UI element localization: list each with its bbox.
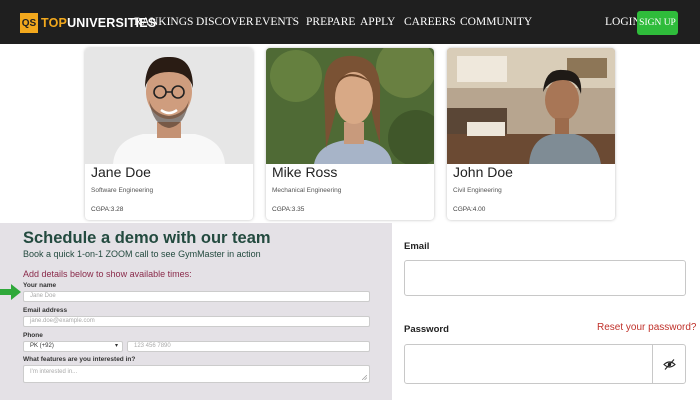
country-code-select[interactable]: PK (+92) ▾ [23, 341, 123, 352]
demo-subtitle: Book a quick 1-on-1 ZOOM call to see Gym… [23, 249, 261, 259]
demo-hint: Add details below to show available time… [23, 269, 192, 279]
phone-input[interactable]: 123 456 7890 [127, 341, 370, 352]
login-password-input[interactable] [404, 344, 686, 384]
signup-button[interactable]: SIGN UP [637, 11, 678, 35]
profile-name: Jane Doe [91, 164, 151, 180]
nav-prepare[interactable]: PREPARE [306, 16, 355, 28]
nav-discover[interactable]: DISCOVER [196, 16, 254, 28]
email-label: Email address [23, 307, 68, 314]
top-navbar: QS TOPUNIVERSITIES RANKINGS DISCOVER EVE… [0, 0, 700, 44]
profile-card[interactable]: John Doe Civil Engineering CGPA:4.00 [447, 48, 615, 220]
profile-department: Mechanical Engineering [272, 187, 342, 194]
profile-name: John Doe [453, 164, 513, 180]
nav-events[interactable]: EVENTS [255, 16, 299, 28]
profile-photo [266, 48, 434, 164]
name-label: Your name [23, 282, 57, 289]
profile-department: Civil Engineering [453, 187, 502, 194]
demo-form-panel: Schedule a demo with our team Book a qui… [0, 223, 392, 400]
profile-name: Mike Ross [272, 164, 338, 180]
features-textarea[interactable]: I'm interested in... [23, 365, 370, 383]
nav-careers[interactable]: CAREERS [404, 16, 456, 28]
profile-photo [447, 48, 615, 164]
resize-handle-icon[interactable] [362, 375, 367, 380]
profile-cgpa: CGPA:4.00 [453, 206, 486, 213]
email-input[interactable]: jane.doe@example.com [23, 316, 370, 327]
profile-cgpa: CGPA:3.35 [272, 206, 305, 213]
chevron-down-icon: ▾ [114, 343, 118, 349]
country-code-value: PK (+92) [30, 343, 54, 349]
features-label: What features are you interested in? [23, 356, 136, 363]
nav-community[interactable]: COMMUNITY [460, 16, 532, 28]
features-placeholder: I'm interested in... [30, 369, 78, 375]
profile-photo [85, 48, 253, 164]
nav-apply[interactable]: APPLY [360, 16, 395, 28]
logo-word-accent: TOP [41, 16, 68, 30]
profile-cgpa: CGPA:3.28 [91, 206, 124, 213]
logo-badge: QS [20, 13, 38, 33]
profile-card[interactable]: Jane Doe Software Engineering CGPA:3.28 [85, 48, 253, 220]
demo-title: Schedule a demo with our team [23, 229, 271, 247]
profile-department: Software Engineering [91, 187, 154, 194]
green-arrow-icon [0, 284, 21, 300]
reset-password-link[interactable]: Reset your password? [597, 322, 697, 333]
login-link[interactable]: LOGIN [605, 16, 641, 28]
nav-rankings[interactable]: RANKINGS [134, 16, 193, 28]
toggle-password-visibility[interactable] [652, 344, 686, 384]
login-email-input[interactable] [404, 260, 686, 296]
phone-label: Phone [23, 332, 43, 339]
password-label: Password [404, 324, 449, 335]
profile-card[interactable]: Mike Ross Mechanical Engineering CGPA:3.… [266, 48, 434, 220]
email-label: Email [404, 241, 430, 252]
name-input[interactable]: Jane Doe [23, 291, 370, 302]
eye-slash-icon [663, 358, 676, 370]
